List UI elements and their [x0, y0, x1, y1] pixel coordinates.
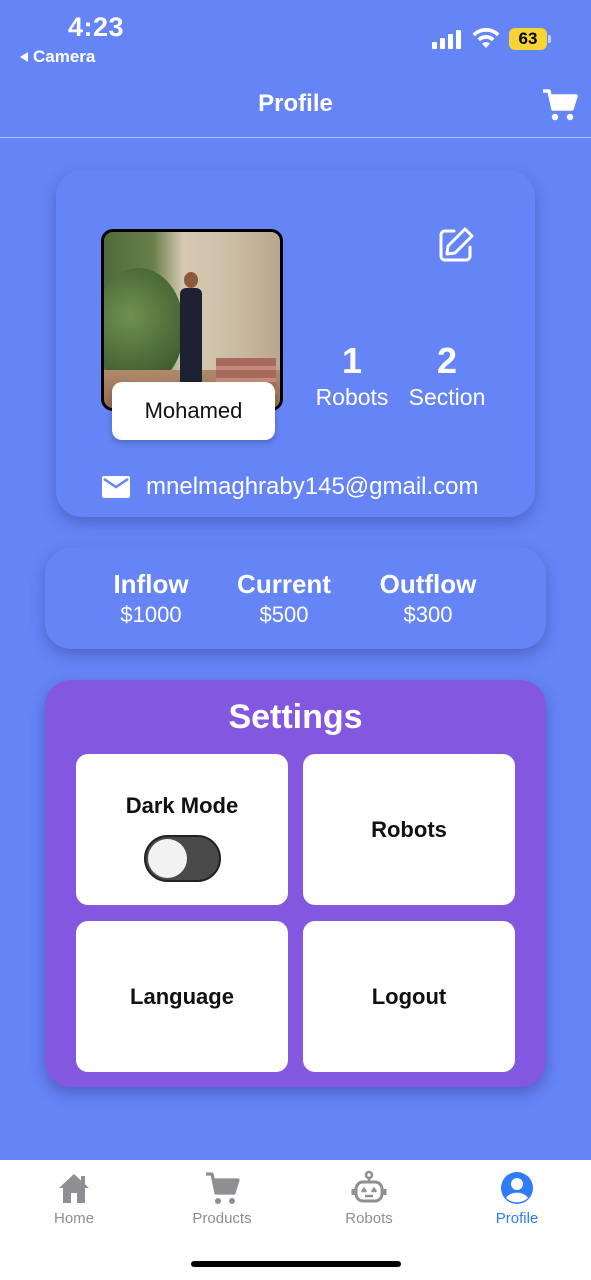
section-stat-label: Section — [408, 384, 486, 410]
logout-label: Logout — [371, 983, 447, 1009]
current-label: Current — [237, 569, 331, 599]
section-count: 2 — [436, 340, 458, 381]
profile-icon — [501, 1172, 533, 1204]
inflow-stat: Inflow $1000 — [105, 568, 197, 630]
robots-stat: 1 Robots — [312, 340, 392, 412]
dark-mode-label: Dark Mode — [125, 793, 239, 818]
nav-products[interactable]: Products — [167, 1170, 277, 1227]
home-indicator — [191, 1261, 401, 1267]
balance-card: Inflow $1000 Current $500 Outflow $300 — [45, 548, 546, 649]
toggle-knob — [147, 839, 187, 878]
email-row: mnelmaghraby145@gmail.com — [102, 473, 479, 501]
current-stat: Current $500 — [231, 568, 337, 630]
settings-title: Settings — [228, 698, 363, 736]
signal-icon — [432, 30, 464, 49]
section-stat: 2 Section — [406, 340, 488, 412]
nav-home[interactable]: Home — [19, 1170, 129, 1227]
dark-mode-tile: Dark Mode — [76, 754, 288, 905]
home-icon — [59, 1174, 89, 1203]
email-text: mnelmaghraby145@gmail.com — [146, 473, 479, 500]
page-title: Profile — [258, 90, 333, 117]
inflow-value: $1000 — [120, 602, 182, 627]
robots-settings-button[interactable]: Robots — [303, 754, 515, 905]
robots-stat-label: Robots — [315, 384, 389, 410]
status-time: 4:23 — [68, 12, 125, 42]
battery-icon: 63 — [509, 28, 551, 50]
language-button[interactable]: Language — [76, 921, 288, 1072]
nav-home-label: Home — [53, 1210, 94, 1227]
robots-count: 1 — [341, 340, 363, 381]
inflow-label: Inflow — [113, 569, 189, 599]
outflow-label: Outflow — [379, 569, 477, 599]
cart-icon[interactable] — [542, 88, 578, 122]
nav-products-label: Products — [192, 1210, 252, 1227]
app-header: Profile — [0, 70, 591, 138]
nav-profile[interactable]: Profile — [462, 1170, 572, 1227]
nav-robots-label: Robots — [345, 1210, 393, 1227]
wifi-icon — [472, 27, 500, 48]
logout-button[interactable]: Logout — [303, 921, 515, 1072]
cart-icon — [206, 1172, 240, 1204]
robot-icon — [351, 1170, 387, 1203]
dark-mode-toggle[interactable] — [143, 835, 221, 882]
back-to-app-link[interactable]: Camera — [20, 47, 95, 67]
edit-icon[interactable] — [437, 226, 475, 264]
outflow-stat: Outflow $300 — [375, 568, 481, 630]
nav-profile-label: Profile — [495, 1210, 539, 1227]
settings-card: Settings Dark Mode Robots Language Logou… — [45, 680, 546, 1087]
profile-card: Mohamed 1 Robots 2 Section mnelmaghraby1… — [56, 170, 535, 517]
language-label: Language — [130, 983, 234, 1009]
back-arrow-icon — [20, 52, 28, 62]
nav-robots[interactable]: Robots — [314, 1170, 424, 1227]
outflow-value: $300 — [403, 602, 453, 627]
robots-settings-label: Robots — [371, 816, 447, 842]
status-bar: 4:23 Camera 63 — [0, 0, 591, 70]
profile-name: Mohamed — [112, 382, 275, 440]
mail-icon — [102, 476, 130, 498]
battery-level: 63 — [509, 28, 547, 50]
current-value: $500 — [259, 602, 309, 627]
back-app-label: Camera — [33, 47, 96, 66]
